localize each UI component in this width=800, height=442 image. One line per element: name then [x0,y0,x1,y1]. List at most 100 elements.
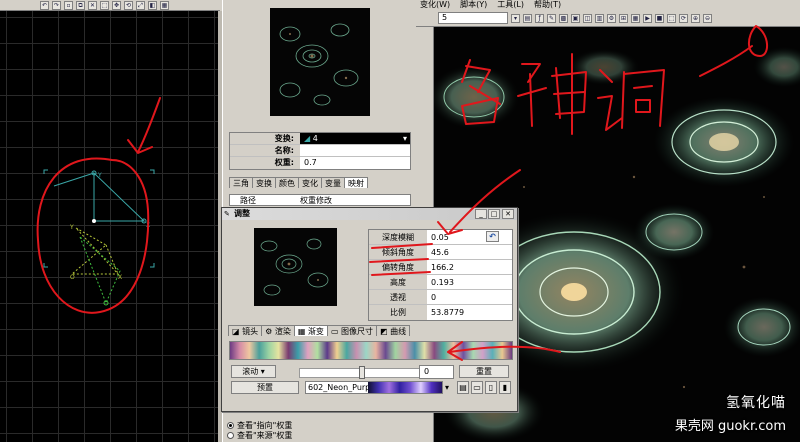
weight-field[interactable]: 0.7 [300,157,410,169]
height-field[interactable]: 0.193 [427,275,512,289]
tab-triangle[interactable]: 三角 [229,177,253,188]
yaw-field[interactable]: 166.2 [427,260,512,274]
pointer-icon[interactable]: ⬚ [667,13,676,23]
copy-icon[interactable]: ⧉ [76,0,85,10]
camera-props: 深度模糊 0.05 倾斜角度 45.6 偏转角度 166.2 高度 0.193 … [368,229,513,321]
triangle-vertex-o[interactable] [92,219,96,223]
menu-help[interactable]: 帮助(T) [534,0,561,10]
reset-button[interactable]: 重置 [459,365,509,378]
render-icon[interactable]: ◫ [583,13,592,23]
reference-edge [105,244,119,275]
image-icon[interactable]: ▣ [571,13,580,23]
zoom-select[interactable]: 5 [438,12,508,24]
tab-colors[interactable]: 颜色 [275,177,299,188]
dialog-titlebar[interactable]: 调整 [222,208,517,220]
maximize-button[interactable]: □ [488,209,500,219]
scale-icon[interactable]: ⤢ [136,0,145,10]
perspective-field[interactable]: 0 [427,290,512,304]
gear-icon: ⚙ [265,327,275,336]
paste-gradient-icon[interactable]: ▯ [485,381,497,394]
prop-label: 偏转角度 [369,260,427,274]
scroll-mode-button[interactable]: 滚动 ▾ [231,365,276,378]
gradient-browser-icon[interactable]: ▤ [457,381,469,394]
tab-rendering[interactable]: ⚙ 渲染 [261,325,295,336]
depth-blur-field[interactable]: 0.05 [427,230,512,244]
save-icon[interactable]: ▥ [595,13,604,23]
rotate-icon[interactable]: ⟲ [124,0,133,10]
gradient-icon[interactable]: ▩ [559,13,568,23]
select-icon[interactable]: ⬚ [100,0,109,10]
chevron-down-icon[interactable]: ▾ [403,133,410,145]
triangle-icon: ◢ [304,134,311,143]
grid-header-path: 路径 [240,196,256,205]
name-label: 名称: [230,145,300,156]
minimize-button[interactable]: _ [475,209,487,219]
radio-dot[interactable] [227,431,234,439]
open-icon[interactable]: ▤ [523,13,532,23]
options-icon[interactable]: ⚙ [607,13,616,23]
tab-transform[interactable]: 变换 [252,177,276,188]
menu-variation[interactable]: 变化(W) [420,0,450,10]
tab-xaos[interactable]: 映射 [344,177,368,188]
delete-icon[interactable]: ✕ [88,0,97,10]
gradient-preview[interactable] [229,341,513,360]
preset-button[interactable]: 预置 [231,381,299,394]
fullscreen-icon[interactable]: ⊞ [619,13,628,23]
prop-row-perspective: 透视 0 [369,290,512,305]
slider-thumb[interactable] [359,366,365,379]
tab-camera[interactable]: ◪ 镜头 [228,325,263,336]
preset-value: 602_Neon_Purple [306,382,378,393]
grid-icon[interactable]: ▦ [160,0,169,10]
scale-field[interactable]: 53.8779 [427,305,512,320]
palette-icon: ▦ [297,327,308,336]
copy-gradient-icon[interactable]: ▭ [471,381,483,394]
prop-row-pitch: 倾斜角度 45.6 [369,245,512,260]
tab-variations[interactable]: 变化 [298,177,322,188]
edit-icon[interactable]: ✎ [547,13,556,23]
main-triangle[interactable] [93,171,146,222]
move-icon[interactable]: ✥ [112,0,121,10]
rotate-view-icon[interactable]: ⟳ [679,13,688,23]
watermark-site: 果壳网 guokr.com [674,419,786,434]
preset-select[interactable]: 602_Neon_Purple [305,381,443,394]
stop-icon[interactable]: ■ [655,13,664,23]
radio-to-weights[interactable]: 查看"指向"权重 [227,420,292,430]
main-toolbar: 5 ▾ ▤ ƒ ✎ ▩ ▣ ◫ ▥ ⚙ ⊞ ▦ ▶ ■ ⬚ ⟳ ⊕ ⊖ [416,10,800,27]
pitch-field[interactable]: 45.6 [427,245,512,259]
zoom-in-icon[interactable]: ⊕ [691,13,700,23]
chevron-down-icon[interactable]: ▾ [511,13,520,23]
menu-tools[interactable]: 工具(L) [497,0,524,10]
chevron-down-icon: ▾ [260,367,265,376]
gradient-offset-slider[interactable] [299,368,432,378]
save-gradient-icon[interactable]: ▮ [499,381,511,394]
weight-label: 权重: [230,157,300,169]
triangle-editor-canvas[interactable]: Y X Y O X [0,11,218,442]
close-button[interactable]: ✕ [502,209,514,219]
tab-curves[interactable]: ◩ 曲线 [376,325,411,336]
menu-script[interactable]: 脚本(Y) [460,0,487,10]
prop-label: 倾斜角度 [369,245,427,259]
radio-from-weights[interactable]: 查看"来源"权重 [227,430,292,440]
play-icon[interactable]: ▶ [643,13,652,23]
radio-dot[interactable] [227,421,234,429]
offset-input[interactable]: 0 [419,365,454,379]
tab-image-size[interactable]: ▭ 图像尺寸 [326,325,378,336]
transform-select[interactable]: ◢ 4 ▾ [300,133,410,144]
image-size-icon: ▭ [330,327,342,336]
transform-value: 4 [312,134,318,143]
zoom-out-icon[interactable]: ⊖ [703,13,712,23]
undo-icon[interactable]: ↶ [40,0,49,10]
main-menubar: 变化(W) 脚本(Y) 工具(L) 帮助(T) [416,0,800,10]
tab-variables[interactable]: 变量 [321,177,345,188]
curve-icon: ◩ [380,327,391,336]
formula-icon[interactable]: ƒ [535,13,544,23]
prop-row-yaw: 偏转角度 166.2 [369,260,512,275]
name-field[interactable] [300,145,410,156]
chevron-down-icon[interactable]: ▾ [445,383,449,392]
flip-icon[interactable]: ◧ [148,0,157,10]
tab-gradient[interactable]: ▦ 渐变 [293,325,328,336]
redo-icon[interactable]: ↷ [52,0,61,10]
new-triangle-icon[interactable]: ▫ [64,0,73,10]
script-icon[interactable]: ▦ [631,13,640,23]
undo-icon[interactable]: ↶ [486,231,499,242]
